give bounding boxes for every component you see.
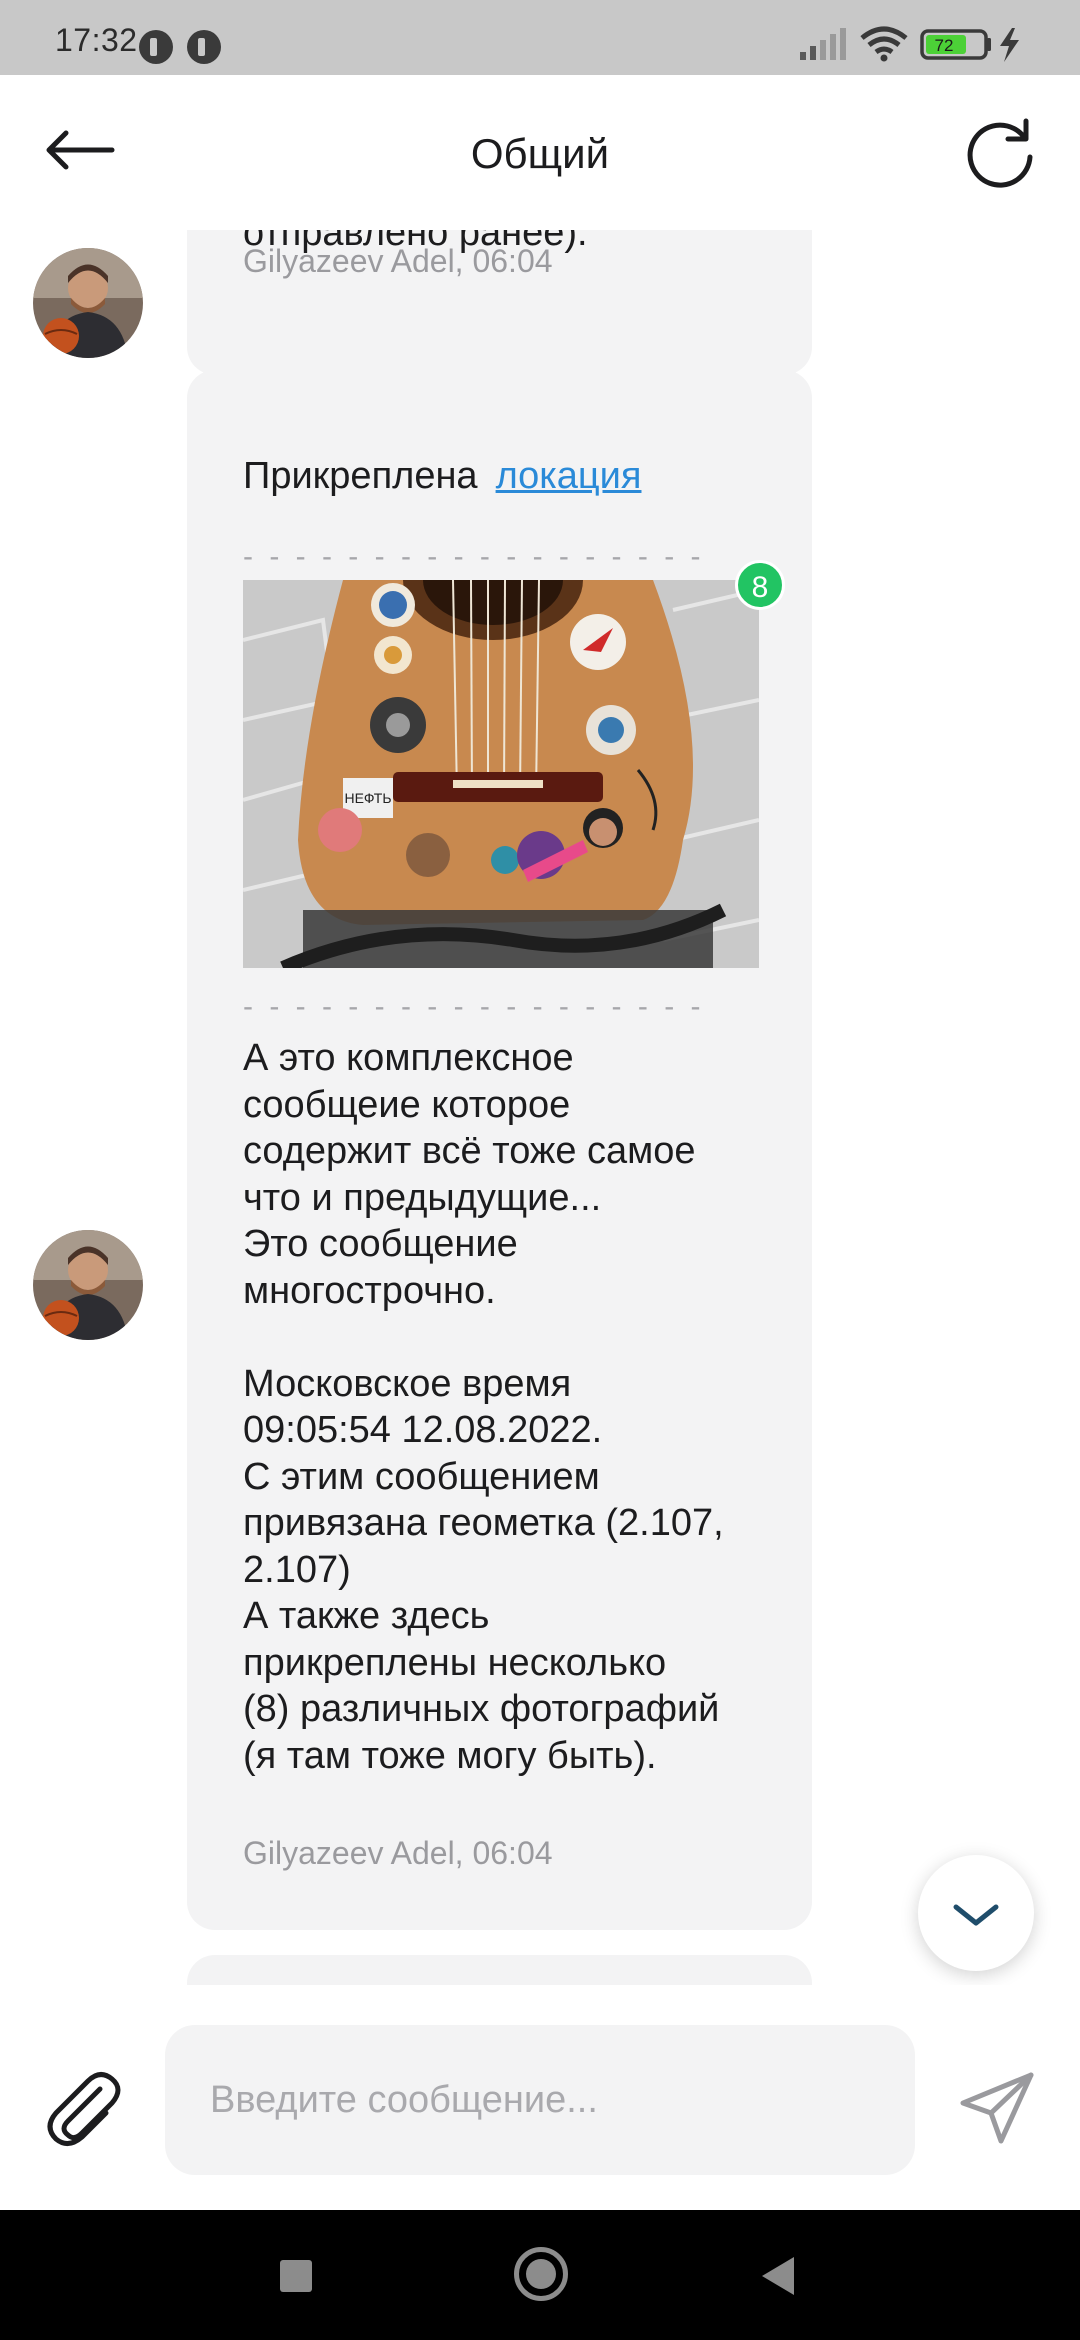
refresh-button[interactable] xyxy=(960,113,1040,193)
message-bubble[interactable] xyxy=(187,1955,812,1985)
paperclip-icon xyxy=(47,2072,121,2146)
notification-app-icon xyxy=(139,30,173,64)
message-author-time: Gilyazeev Adel, 06:04 xyxy=(243,243,553,279)
location-line: Прикреплена локация xyxy=(243,455,641,498)
svg-text:НЕФТЬ: НЕФТЬ xyxy=(344,790,391,806)
system-back-button[interactable] xyxy=(762,2257,794,2295)
notification-app-icon xyxy=(187,30,221,64)
message-composer xyxy=(0,1985,1080,2210)
home-button[interactable] xyxy=(514,2247,568,2301)
svg-text:72: 72 xyxy=(935,36,954,55)
app-bar: Общий xyxy=(0,75,1080,230)
scroll-to-bottom-button[interactable] xyxy=(918,1855,1034,1971)
signal-icon: 72 xyxy=(800,26,1019,62)
location-label: Прикреплена xyxy=(243,455,478,497)
message-bubble[interactable]: Прикреплена локация - - - - - - - - - - -… xyxy=(187,370,812,1930)
status-time: 17:32 xyxy=(55,22,138,58)
send-button[interactable] xyxy=(955,2067,1040,2147)
attached-photo[interactable]: НЕФТЬ xyxy=(243,580,759,968)
message-text: А это комплексное сообщеие которое содер… xyxy=(243,1037,724,1777)
avatar[interactable] xyxy=(33,248,143,358)
recents-button[interactable] xyxy=(280,2260,312,2292)
message-bubble[interactable]: отправлено ранее). Gilyazeev Adel, 06:04 xyxy=(187,230,812,375)
location-link[interactable]: локация xyxy=(496,455,642,497)
divider: - - - - - - - - - - - - - - - - - - xyxy=(243,540,705,573)
refresh-icon xyxy=(967,118,1033,188)
system-navigation-bar xyxy=(0,2210,1080,2340)
avatar[interactable] xyxy=(33,1230,143,1340)
guitar-photo-image: НЕФТЬ xyxy=(243,580,759,968)
chevron-down-icon xyxy=(953,1904,999,1926)
attach-button[interactable] xyxy=(40,2067,125,2147)
user-avatar-image xyxy=(33,248,143,358)
message-input[interactable] xyxy=(165,2025,915,2175)
message-list[interactable]: отправлено ранее). Gilyazeev Adel, 06:04… xyxy=(0,230,1080,1985)
user-avatar-image xyxy=(33,1230,143,1340)
divider: - - - - - - - - - - - - - - - - - - xyxy=(243,990,705,1023)
photo-count-badge: 8 xyxy=(735,560,785,610)
page-title: Общий xyxy=(470,130,610,177)
send-icon xyxy=(960,2072,1034,2144)
message-author-time: Gilyazeev Adel, 06:04 xyxy=(243,1835,553,1871)
status-bar: 17:32 72 xyxy=(0,0,1080,75)
